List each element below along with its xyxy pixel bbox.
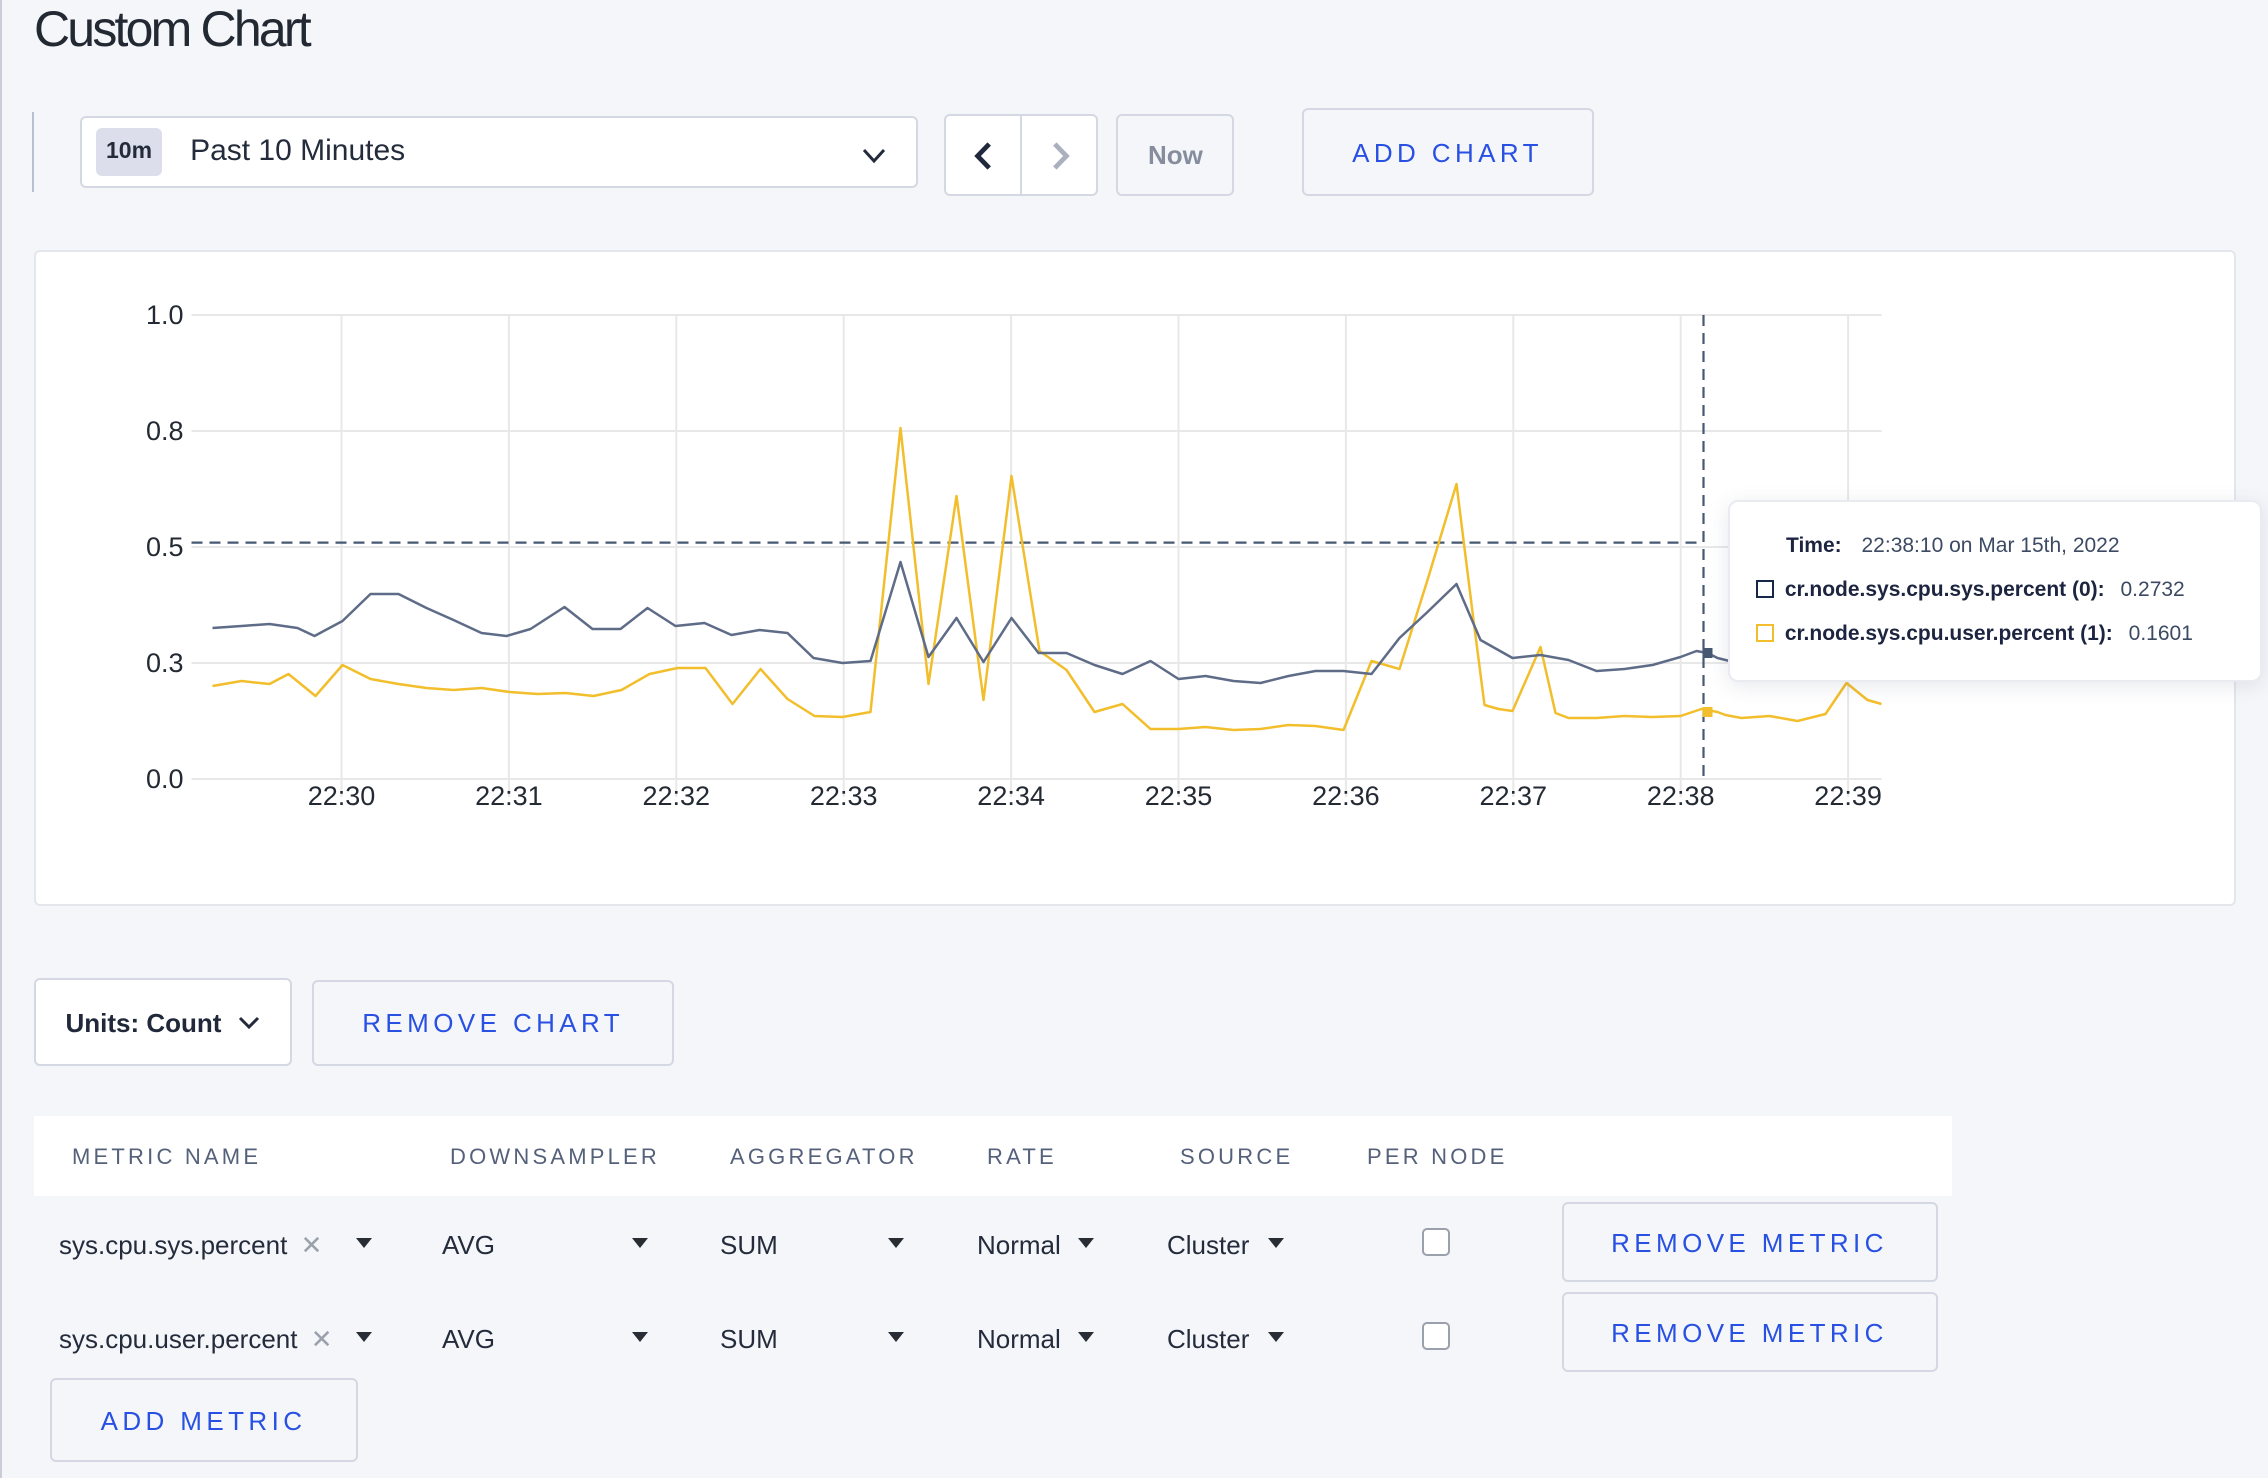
svg-text:0.8: 0.8 [146, 416, 184, 446]
svg-text:0.3: 0.3 [146, 648, 184, 678]
svg-text:22:33: 22:33 [810, 781, 878, 811]
svg-text:22:39: 22:39 [1815, 781, 1883, 811]
svg-text:22:37: 22:37 [1480, 781, 1548, 811]
svg-text:22:30: 22:30 [308, 781, 376, 811]
svg-text:22:36: 22:36 [1313, 781, 1381, 811]
svg-text:22:38: 22:38 [1647, 781, 1715, 811]
svg-text:22:31: 22:31 [476, 781, 544, 811]
svg-text:0.5: 0.5 [146, 532, 184, 562]
svg-text:0.0: 0.0 [146, 764, 184, 794]
svg-text:22:34: 22:34 [978, 781, 1046, 811]
svg-text:1.0: 1.0 [146, 300, 184, 330]
svg-text:22:32: 22:32 [643, 781, 711, 811]
svg-text:22:35: 22:35 [1145, 781, 1213, 811]
